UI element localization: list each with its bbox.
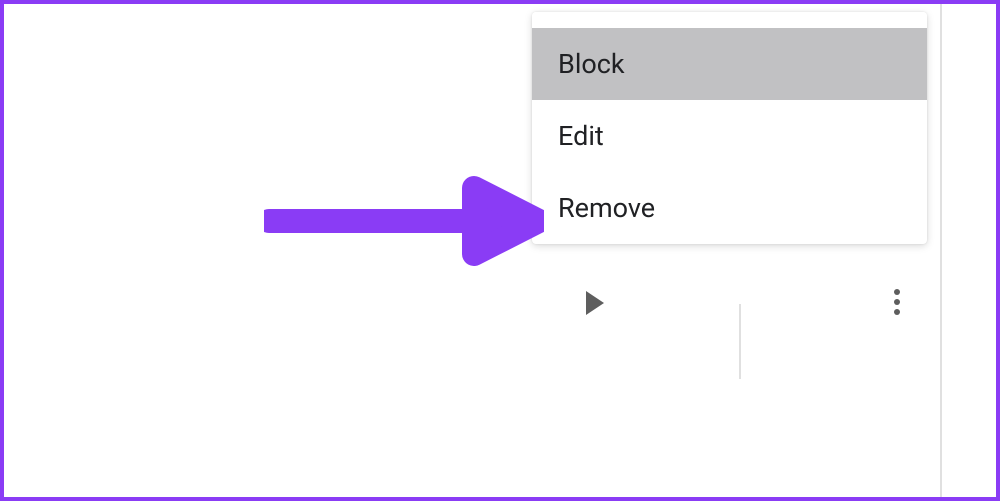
menu-header [532, 12, 927, 28]
context-menu: Block Edit Remove [532, 12, 927, 244]
menu-item-label: Block [558, 48, 625, 80]
content-area: Block Edit Remove [4, 4, 968, 497]
more-vert-icon[interactable] [894, 289, 900, 315]
vertical-divider [739, 304, 741, 379]
play-triangle-icon [586, 291, 604, 315]
menu-item-block[interactable]: Block [532, 28, 927, 100]
side-separator [940, 4, 942, 497]
menu-item-label: Edit [558, 120, 604, 152]
menu-item-label: Remove [558, 192, 655, 224]
arrow-icon [264, 176, 544, 266]
arrow-annotation [264, 176, 544, 266]
menu-item-edit[interactable]: Edit [532, 100, 927, 172]
menu-item-remove[interactable]: Remove [532, 172, 927, 244]
